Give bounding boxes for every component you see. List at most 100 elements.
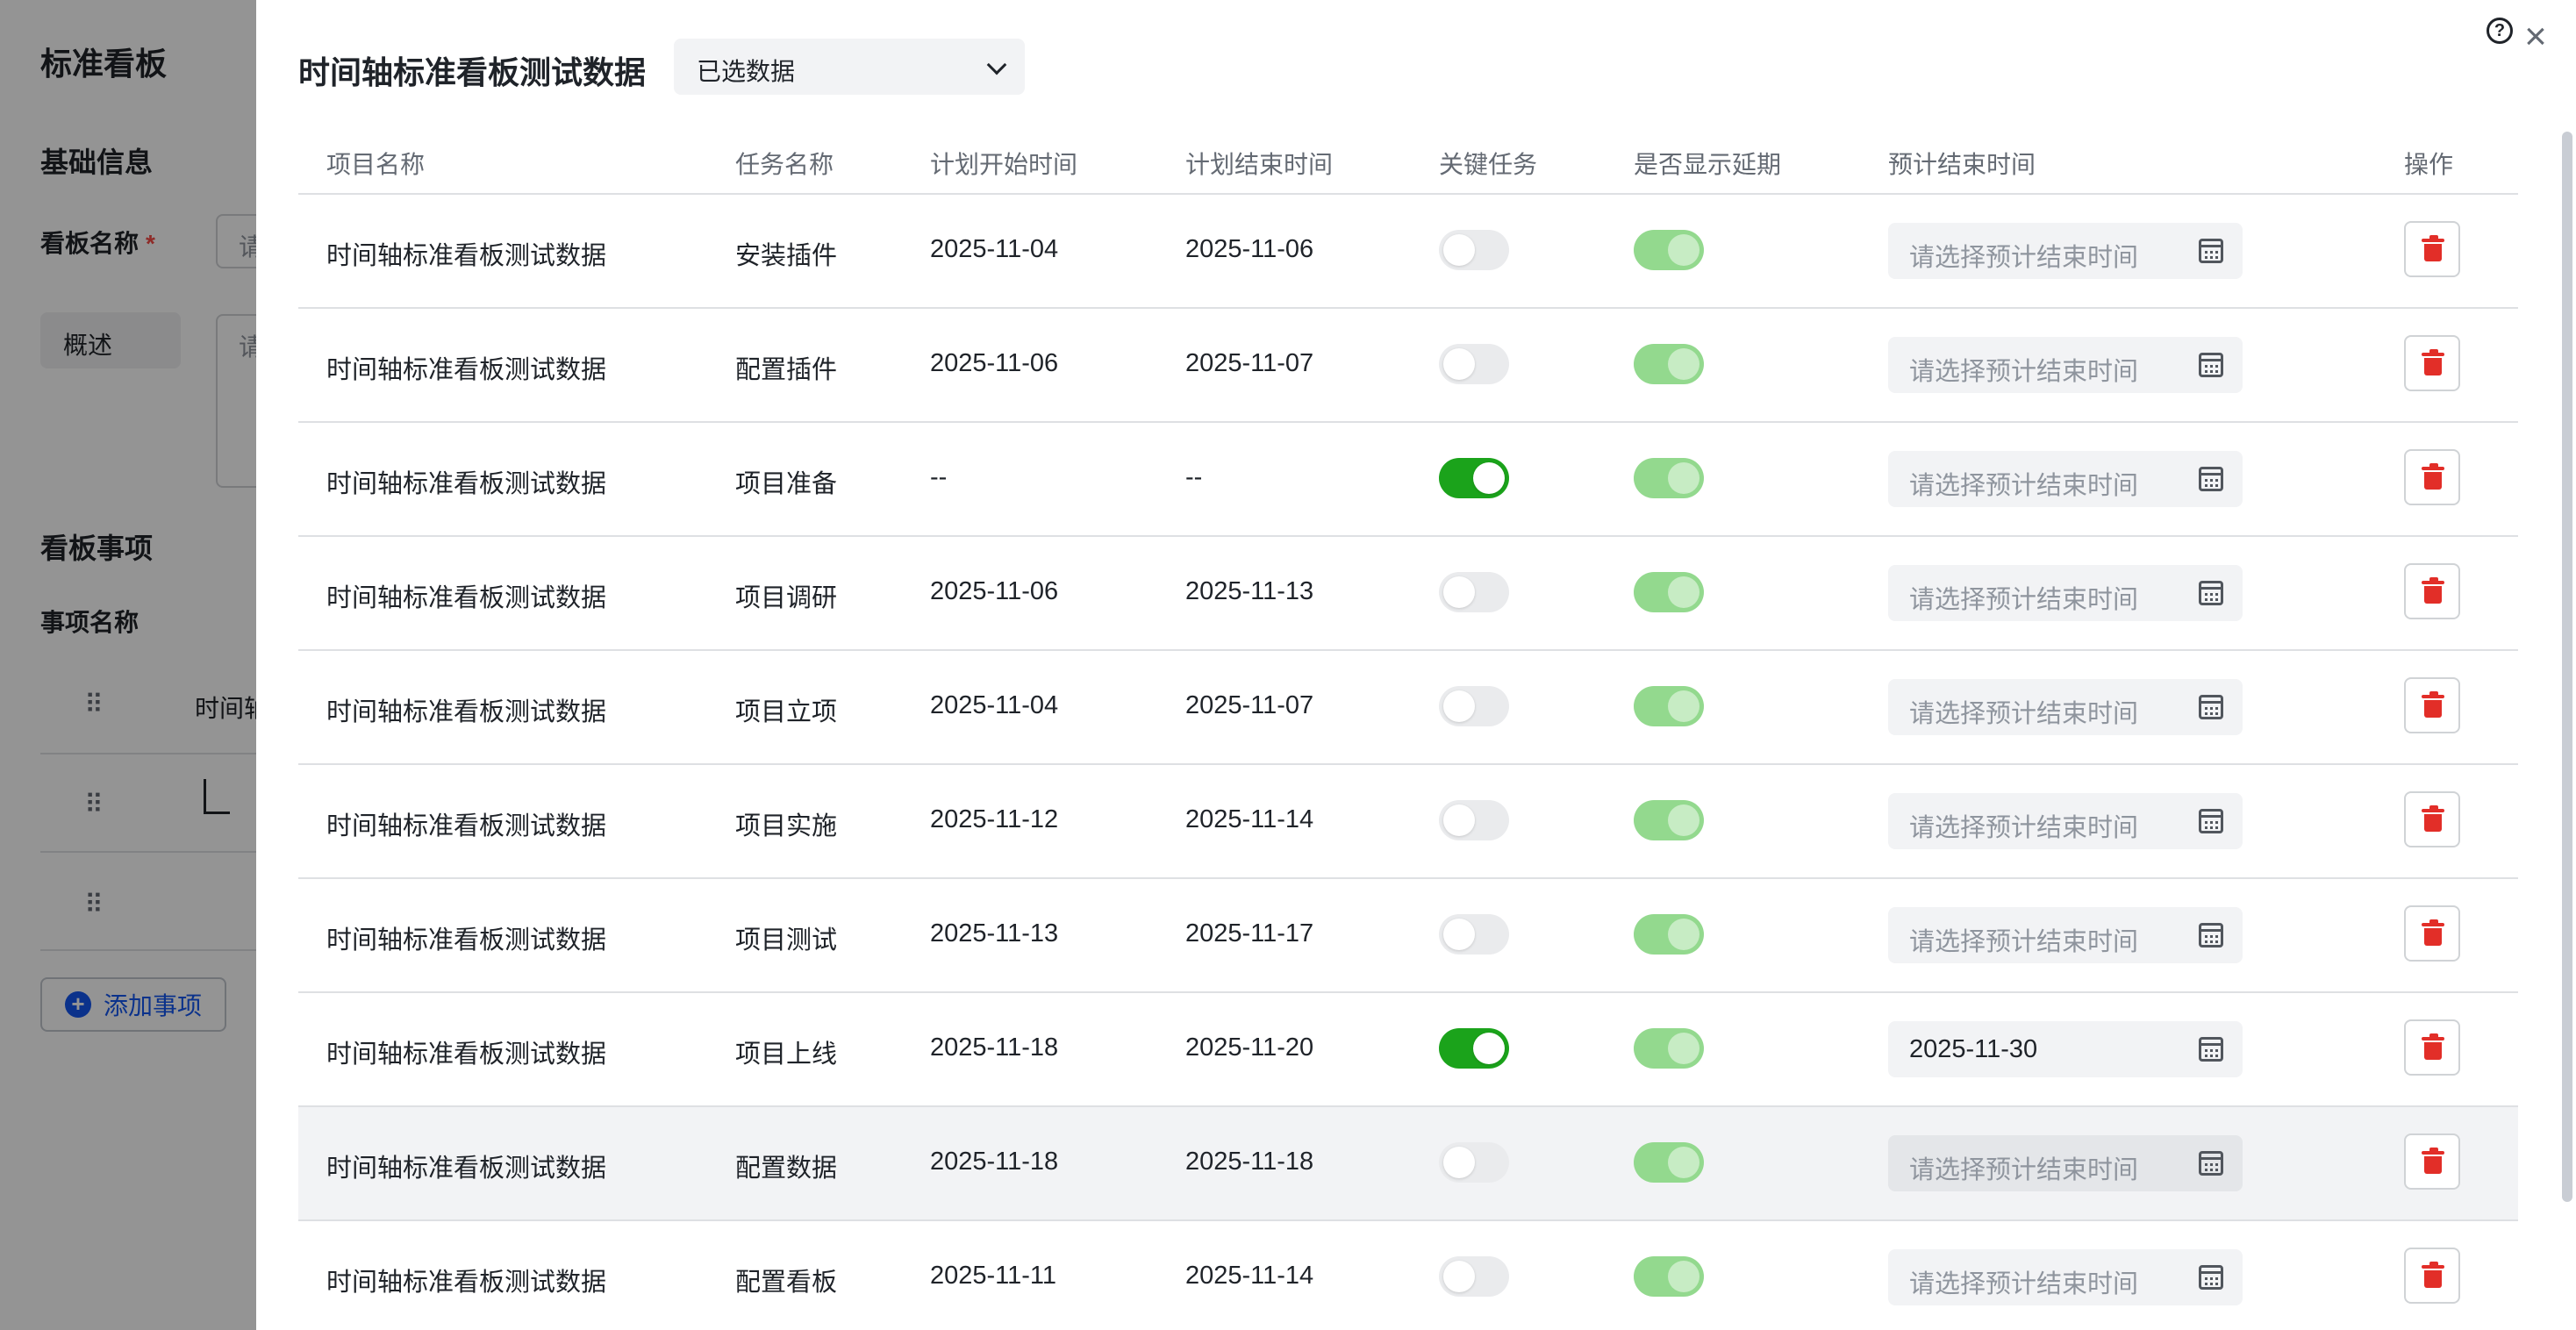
switch-knob — [1668, 462, 1699, 494]
chevron-down-icon — [986, 54, 1007, 75]
table-row: 时间轴标准看板测试数据 项目测试 2025-11-13 2025-11-17 请选择预计… — [298, 879, 2518, 993]
cell-project-name: 时间轴标准看板测试数据 — [326, 470, 607, 498]
key-task-switch[interactable] — [1439, 344, 1509, 384]
cell-plan-end: 2025-11-06 — [1185, 235, 1314, 263]
calendar-icon — [2199, 353, 2223, 377]
switch-knob — [1443, 1147, 1475, 1178]
date-placeholder: 请选择预计结束时间 — [1909, 586, 2139, 614]
help-icon[interactable]: ? — [2487, 18, 2513, 44]
cell-task-name: 配置插件 — [735, 356, 838, 384]
cell-plan-start: 2025-11-18 — [930, 1033, 1059, 1062]
cell-project-name: 时间轴标准看板测试数据 — [326, 698, 607, 726]
cell-plan-end: 2025-11-14 — [1185, 805, 1314, 833]
expected-end-date-picker[interactable]: 请选择预计结束时间 — [1888, 1135, 2243, 1191]
key-task-switch[interactable] — [1439, 800, 1509, 840]
table-row: 时间轴标准看板测试数据 项目调研 2025-11-06 2025-11-13 请选择预计… — [298, 537, 2518, 651]
cell-plan-end: 2025-11-07 — [1185, 349, 1314, 377]
key-task-switch[interactable] — [1439, 914, 1509, 955]
switch-knob — [1668, 804, 1699, 836]
delete-button[interactable] — [2404, 221, 2460, 277]
cell-plan-start: -- — [930, 463, 948, 491]
trash-icon — [2422, 805, 2444, 832]
expected-end-date-picker[interactable]: 2025-11-30 — [1888, 1021, 2243, 1077]
show-delay-switch[interactable] — [1634, 1256, 1704, 1297]
delete-button[interactable] — [2404, 563, 2460, 619]
date-value: 2025-11-30 — [1909, 1035, 2038, 1063]
cell-plan-end: 2025-11-17 — [1185, 919, 1314, 947]
vertical-scrollbar[interactable] — [2562, 132, 2572, 1202]
show-delay-switch[interactable] — [1634, 572, 1704, 612]
calendar-icon — [2199, 1265, 2223, 1290]
cell-project-name: 时间轴标准看板测试数据 — [326, 1155, 607, 1183]
show-delay-switch[interactable] — [1634, 1142, 1704, 1183]
expected-end-date-picker[interactable]: 请选择预计结束时间 — [1888, 907, 2243, 963]
cell-plan-end: 2025-11-18 — [1185, 1148, 1314, 1176]
calendar-icon — [2199, 923, 2223, 947]
delete-button[interactable] — [2404, 905, 2460, 962]
cell-task-name: 项目上线 — [735, 1040, 838, 1069]
switch-knob — [1473, 1033, 1505, 1064]
key-task-switch[interactable] — [1439, 458, 1509, 498]
show-delay-switch[interactable] — [1634, 230, 1704, 270]
expected-end-date-picker[interactable]: 请选择预计结束时间 — [1888, 793, 2243, 849]
show-delay-switch[interactable] — [1634, 914, 1704, 955]
delete-button[interactable] — [2404, 1133, 2460, 1190]
show-delay-switch[interactable] — [1634, 1028, 1704, 1069]
show-delay-switch[interactable] — [1634, 344, 1704, 384]
expected-end-date-picker[interactable]: 请选择预计结束时间 — [1888, 223, 2243, 279]
table-row: 时间轴标准看板测试数据 配置数据 2025-11-18 2025-11-18 请选择预计… — [298, 1107, 2518, 1221]
switch-knob — [1443, 804, 1475, 836]
calendar-icon — [2199, 581, 2223, 605]
delete-button[interactable] — [2404, 791, 2460, 847]
show-delay-switch[interactable] — [1634, 800, 1704, 840]
expected-end-date-picker[interactable]: 请选择预计结束时间 — [1888, 565, 2243, 621]
key-task-switch[interactable] — [1439, 1142, 1509, 1183]
delete-button[interactable] — [2404, 1019, 2460, 1076]
key-task-switch[interactable] — [1439, 1028, 1509, 1069]
switch-knob — [1443, 690, 1475, 722]
cell-project-name: 时间轴标准看板测试数据 — [326, 584, 607, 612]
switch-knob — [1668, 1033, 1699, 1064]
switch-knob — [1668, 234, 1699, 266]
trash-icon — [2422, 463, 2444, 490]
switch-knob — [1668, 1261, 1699, 1292]
trash-icon — [2422, 919, 2444, 946]
data-select[interactable]: 已选数据 — [674, 39, 1025, 95]
table-row: 时间轴标准看板测试数据 项目上线 2025-11-18 2025-11-20 2025-… — [298, 993, 2518, 1107]
date-placeholder: 请选择预计结束时间 — [1909, 928, 2139, 956]
date-placeholder: 请选择预计结束时间 — [1909, 358, 2139, 386]
delete-button[interactable] — [2404, 1248, 2460, 1304]
date-placeholder: 请选择预计结束时间 — [1909, 700, 2139, 728]
close-icon[interactable]: × — [2518, 18, 2553, 56]
header-key-task: 关键任务 — [1439, 151, 1538, 178]
delete-button[interactable] — [2404, 449, 2460, 505]
expected-end-date-picker[interactable]: 请选择预计结束时间 — [1888, 1249, 2243, 1305]
table-row: 时间轴标准看板测试数据 安装插件 2025-11-04 2025-11-06 请选择预计… — [298, 195, 2518, 309]
delete-button[interactable] — [2404, 677, 2460, 733]
expected-end-date-picker[interactable]: 请选择预计结束时间 — [1888, 337, 2243, 393]
show-delay-switch[interactable] — [1634, 686, 1704, 726]
trash-icon — [2422, 235, 2444, 261]
cell-plan-end: -- — [1185, 463, 1203, 491]
expected-end-date-picker[interactable]: 请选择预计结束时间 — [1888, 679, 2243, 735]
key-task-switch[interactable] — [1439, 686, 1509, 726]
key-task-switch[interactable] — [1439, 1256, 1509, 1297]
delete-button[interactable] — [2404, 335, 2460, 391]
cell-task-name: 配置看板 — [735, 1269, 838, 1297]
cell-project-name: 时间轴标准看板测试数据 — [326, 1269, 607, 1297]
cell-plan-start: 2025-11-04 — [930, 691, 1059, 719]
key-task-switch[interactable] — [1439, 572, 1509, 612]
show-delay-switch[interactable] — [1634, 458, 1704, 498]
cell-task-name: 配置数据 — [735, 1155, 838, 1183]
date-placeholder: 请选择预计结束时间 — [1909, 814, 2139, 842]
key-task-switch[interactable] — [1439, 230, 1509, 270]
cell-plan-end: 2025-11-13 — [1185, 577, 1314, 605]
expected-end-date-picker[interactable]: 请选择预计结束时间 — [1888, 451, 2243, 507]
cell-plan-start: 2025-11-06 — [930, 577, 1059, 605]
cell-plan-end: 2025-11-20 — [1185, 1033, 1314, 1062]
date-placeholder: 请选择预计结束时间 — [1909, 1156, 2139, 1184]
header-expected-end: 预计结束时间 — [1888, 151, 2036, 178]
cell-task-name: 安装插件 — [735, 242, 838, 270]
drawer-title: 时间轴标准看板测试数据 — [298, 54, 647, 90]
cell-plan-start: 2025-11-12 — [930, 805, 1059, 833]
